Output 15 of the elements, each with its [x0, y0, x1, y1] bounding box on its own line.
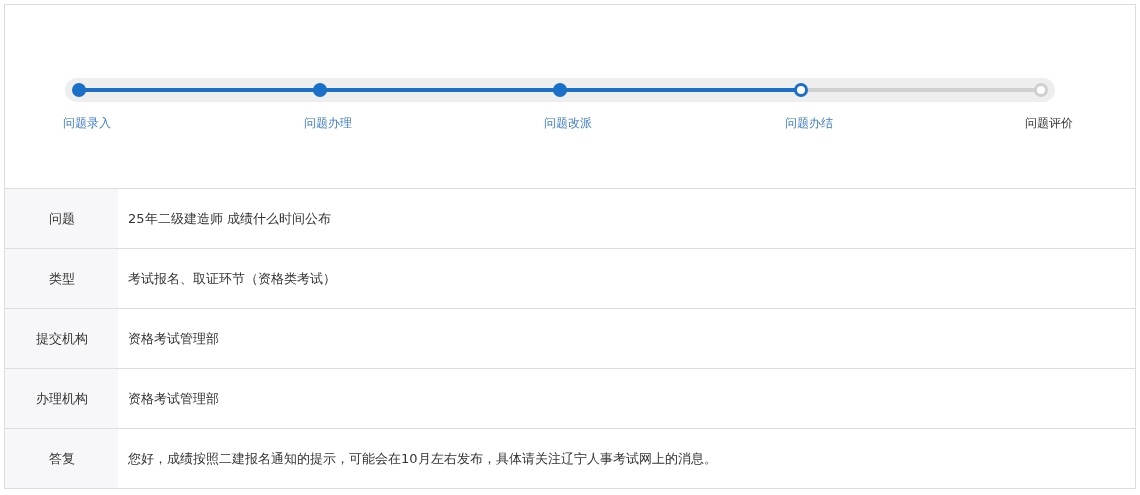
field-value: 25年二级建造师 成绩什么时间公布: [128, 209, 331, 228]
field-label: 类型: [48, 269, 75, 288]
step-label: 问题评价: [1025, 115, 1073, 132]
step-label: 问题办结: [784, 115, 833, 132]
field-value: 您好，成绩按照二建报名通知的提示，可能会在10月左右发布，具体请关注辽宁人事考试网上的消息。: [128, 449, 717, 468]
step-label: 问题录入: [63, 115, 111, 132]
field-label: 答复: [48, 449, 75, 468]
field-label: 问题: [48, 209, 75, 228]
field-value: 资格考试管理部: [128, 329, 219, 348]
field-value: 资格考试管理部: [128, 389, 219, 408]
field-value: 考试报名、取证环节（资格类考试）: [128, 269, 336, 288]
field-label: 提交机构: [35, 329, 88, 348]
step-label: 问题改派: [544, 115, 592, 132]
field-label: 办理机构: [35, 389, 88, 408]
step-label: 问题办理: [303, 115, 352, 132]
